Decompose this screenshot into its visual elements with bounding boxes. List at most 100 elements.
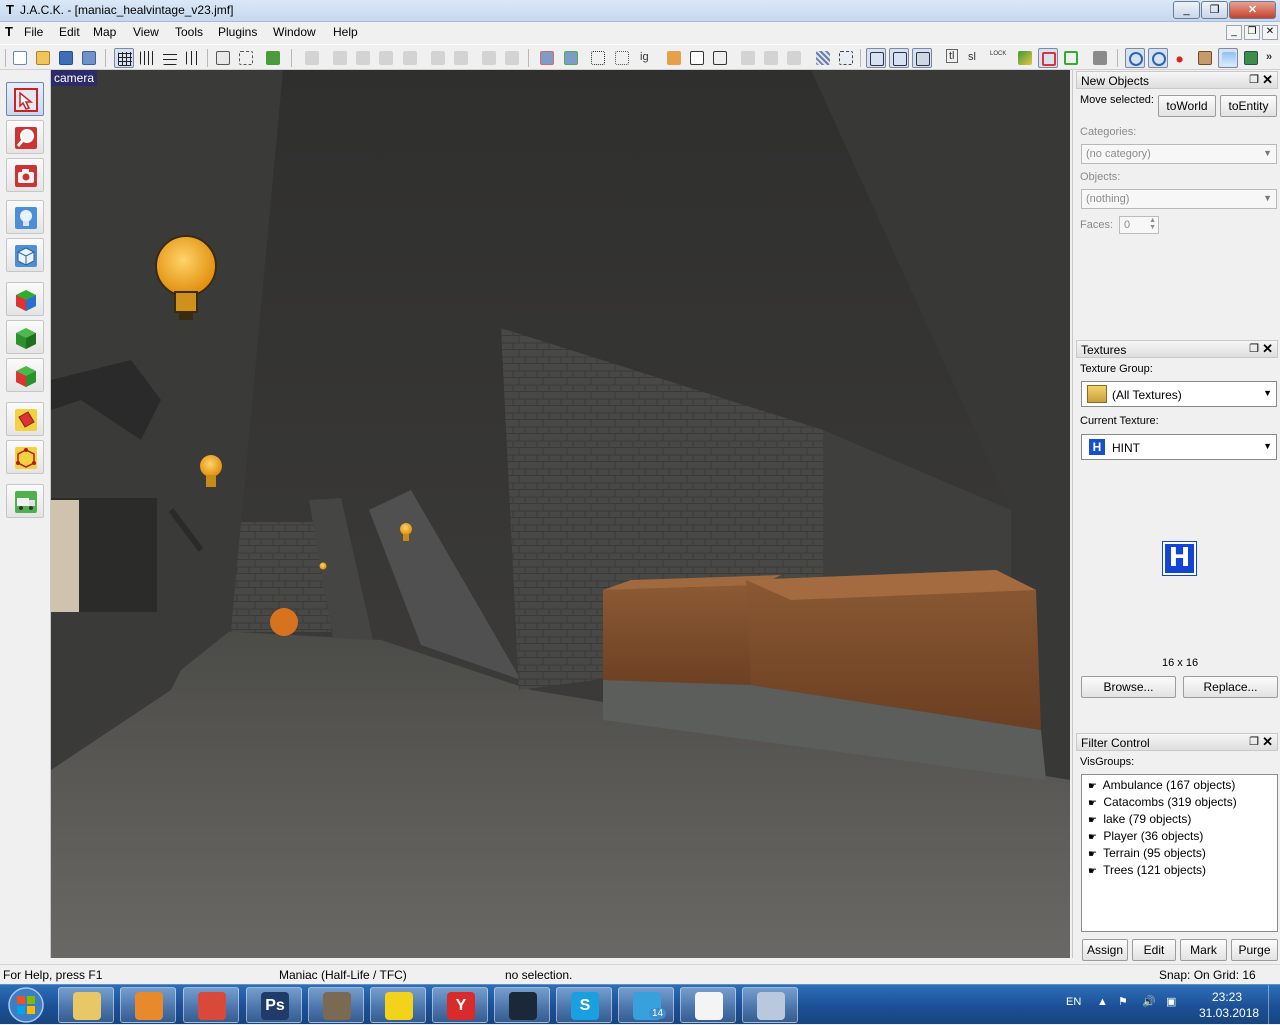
player-icon[interactable]	[1195, 48, 1215, 68]
clock-time[interactable]: 23:23	[1212, 990, 1242, 1004]
taskbar-app-media-player[interactable]	[120, 987, 176, 1023]
3d-view-icon[interactable]	[912, 48, 932, 68]
taskbar-app-steam[interactable]	[494, 987, 550, 1023]
entity-tool[interactable]	[6, 200, 44, 234]
purge-button[interactable]: Purge	[1231, 939, 1278, 961]
hide-unselected-icon[interactable]	[561, 48, 581, 68]
language-indicator[interactable]: EN	[1066, 996, 1081, 1008]
clone-icon[interactable]	[761, 48, 781, 68]
new-file-icon[interactable]	[10, 48, 30, 68]
assign-button[interactable]: Assign	[1082, 939, 1128, 961]
landscape-icon[interactable]	[1218, 48, 1238, 68]
texture-lock-icon[interactable]	[813, 48, 833, 68]
taskbar-app-explorer[interactable]	[58, 987, 114, 1023]
scissors-icon[interactable]	[738, 48, 758, 68]
current-texture-select[interactable]: H HINT ▼	[1081, 434, 1277, 460]
toolbar-overflow-icon[interactable]: »	[1266, 51, 1272, 63]
visgroup-item[interactable]: ☛ Player (36 objects)	[1088, 829, 1203, 843]
taskbar-app-jack[interactable]	[680, 987, 736, 1023]
texture-group-select[interactable]: (All Textures) ▼	[1081, 381, 1277, 407]
open-file-icon[interactable]	[33, 48, 53, 68]
taskbar-app-skype[interactable]: S	[556, 987, 612, 1023]
to-entity-button[interactable]: toEntity	[1220, 95, 1277, 117]
taskbar-app-messenger[interactable]	[370, 987, 426, 1023]
save-icon[interactable]	[56, 48, 76, 68]
maximize-button[interactable]: ❐	[1201, 1, 1228, 19]
menu-window[interactable]: Window	[271, 25, 318, 39]
texture-application-tool[interactable]	[6, 282, 44, 316]
camera-3d-viewport[interactable]: camera	[51, 70, 1070, 958]
ungroup-icon[interactable]	[236, 48, 256, 68]
browse-textures-button[interactable]: Browse...	[1081, 676, 1176, 698]
show-desktop-button[interactable]	[1268, 985, 1280, 1025]
float-panel-icon[interactable]: ❐	[1249, 73, 1259, 86]
minimize-button[interactable]: _	[1173, 1, 1200, 19]
mdi-close-button[interactable]: ✕	[1262, 25, 1278, 40]
edit-visgroup-button[interactable]: Edit	[1132, 939, 1176, 961]
network-icon[interactable]: ▣	[1166, 995, 1176, 1008]
red-frame-icon[interactable]	[1038, 48, 1058, 68]
volume-icon[interactable]: 🔊	[1142, 995, 1156, 1008]
paste-special-icon[interactable]	[784, 48, 804, 68]
vertex-manipulation-tool[interactable]	[6, 440, 44, 474]
visgroup-item[interactable]: ☛ lake (79 objects)	[1088, 812, 1191, 826]
light-bulb-entity-4[interactable]	[319, 562, 327, 570]
block-tool[interactable]	[6, 238, 44, 272]
visgroup-item[interactable]: ☛ Catacombs (319 objects)	[1088, 795, 1237, 809]
vertex-edit-icon[interactable]	[1015, 48, 1035, 68]
menu-tools[interactable]: Tools	[173, 25, 205, 39]
cut-icon[interactable]	[664, 48, 684, 68]
close-button[interactable]: ✕	[1229, 1, 1276, 19]
rotate-icon[interactable]	[479, 48, 499, 68]
green-frame-icon[interactable]	[1061, 48, 1081, 68]
start-button[interactable]	[4, 986, 48, 1024]
menu-view[interactable]: View	[131, 25, 161, 39]
float-panel-icon[interactable]: ❐	[1249, 342, 1259, 355]
texture-preview[interactable]: H	[1162, 541, 1197, 576]
taskbar-app-chrome[interactable]	[183, 987, 239, 1023]
select-by-texture-icon[interactable]	[612, 48, 632, 68]
mdi-restore-button[interactable]: ❐	[1244, 25, 1260, 40]
document-icon[interactable]: T	[2, 25, 16, 39]
menu-file[interactable]: File	[22, 25, 45, 39]
bounding-box-icon[interactable]	[836, 48, 856, 68]
tray-expand-icon[interactable]: ▲	[1097, 996, 1108, 1008]
close-panel-icon[interactable]: ✕	[1262, 72, 1273, 88]
objects-select[interactable]: (nothing) ▼	[1081, 189, 1277, 209]
clipping-tool[interactable]	[6, 402, 44, 436]
taskbar-app-photoshop[interactable]: Ps	[246, 987, 302, 1023]
paste-icon[interactable]	[710, 48, 730, 68]
lock-icon[interactable]: LOCK	[987, 48, 1007, 68]
undo-disabled-icon[interactable]	[302, 48, 322, 68]
2d-view-icon[interactable]	[866, 48, 886, 68]
close-panel-icon[interactable]: ✕	[1262, 734, 1273, 750]
textures-toggle-button[interactable]: tl	[941, 48, 961, 68]
jack-app-icon[interactable]: T	[3, 3, 17, 17]
visgroup-item[interactable]: ☛ Ambulance (167 objects)	[1088, 778, 1235, 792]
decal-tool[interactable]	[6, 358, 44, 392]
save-all-icon[interactable]	[79, 48, 99, 68]
grid-toggle-icon[interactable]	[114, 48, 134, 68]
flip-v-icon[interactable]	[451, 48, 471, 68]
viewport-label[interactable]: camera	[51, 70, 98, 86]
visibility-toggle-icon[interactable]: ☛	[1088, 849, 1100, 860]
map-info-icon[interactable]	[1241, 48, 1261, 68]
group-icon[interactable]	[213, 48, 233, 68]
mark-button[interactable]: Mark	[1180, 939, 1227, 961]
align-bottom-icon[interactable]	[400, 48, 420, 68]
solid-toggle-button[interactable]: sl	[968, 51, 976, 63]
visgroups-list[interactable]: ☛ Ambulance (167 objects) ☛ Catacombs (3…	[1081, 774, 1278, 932]
compass-icon[interactable]	[1148, 48, 1168, 68]
menu-help[interactable]: Help	[331, 25, 360, 39]
clock-date[interactable]: 31.03.2018	[1199, 1006, 1259, 1020]
visgroup-item[interactable]: ☛ Trees (121 objects)	[1088, 863, 1206, 877]
selection-tool[interactable]	[6, 82, 44, 116]
smaller-grid-icon[interactable]	[160, 48, 180, 68]
menu-map[interactable]: Map	[91, 25, 118, 39]
3d-grid-icon[interactable]	[137, 48, 157, 68]
close-panel-icon[interactable]: ✕	[1262, 341, 1273, 357]
mdi-minimize-button[interactable]: _	[1226, 25, 1242, 40]
float-panel-icon[interactable]: ❐	[1249, 735, 1259, 748]
larger-grid-icon[interactable]	[183, 48, 203, 68]
menu-edit[interactable]: Edit	[57, 25, 82, 39]
